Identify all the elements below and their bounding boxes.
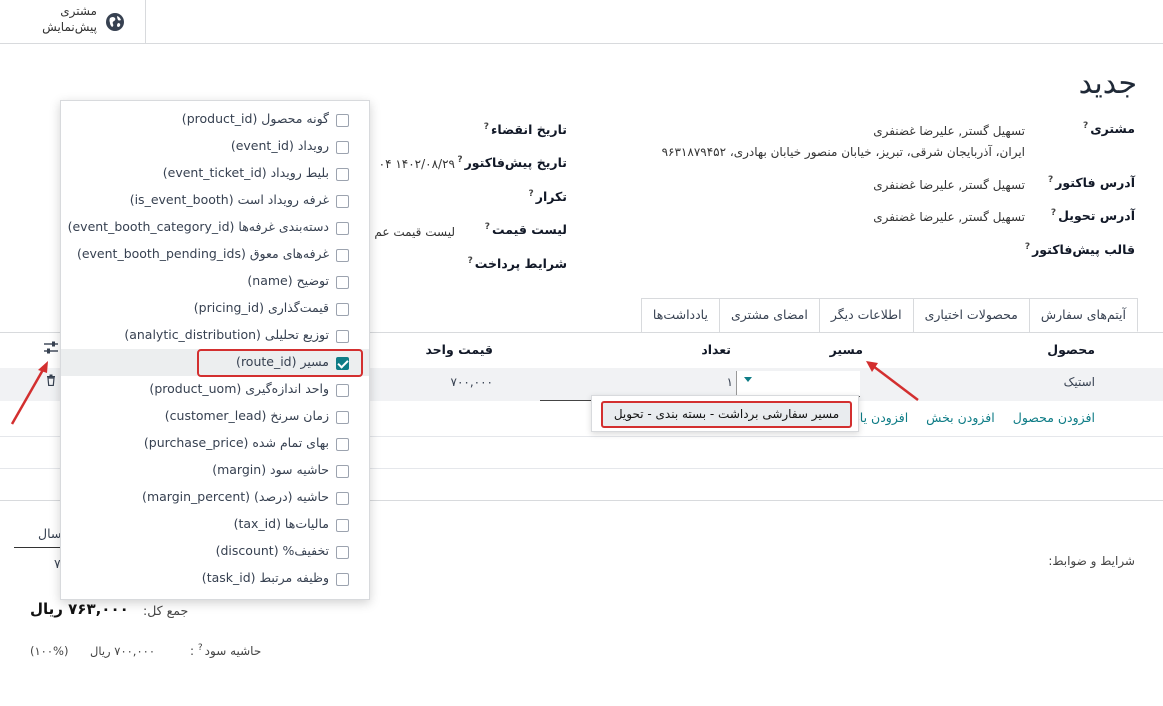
chevron-down-icon[interactable] — [744, 377, 752, 382]
totals-tab-underline — [14, 547, 66, 548]
customer-name[interactable]: تسهیل گستر, علیرضا غضنفری — [873, 124, 1025, 138]
invoice-address-label: آدرس فاکتور? — [1047, 175, 1135, 191]
help-icon: ? — [484, 222, 490, 232]
customer-preview-label-line1: مشتری — [60, 4, 97, 18]
optional-column-item[interactable]: وظیفه مرتبط (task_id) — [61, 565, 369, 592]
recurrence-label: تکرار? — [528, 189, 567, 205]
add-note-link[interactable]: افزودن یاد — [854, 410, 908, 425]
total-label: جمع کل: — [143, 603, 189, 618]
help-icon: ? — [528, 189, 534, 199]
checkbox[interactable] — [336, 573, 349, 586]
row-product[interactable]: استیک — [1064, 375, 1095, 389]
help-icon: ? — [483, 122, 489, 132]
optional-column-item[interactable]: واحد اندازه‌گیری (product_uom) — [61, 376, 369, 403]
trash-icon[interactable] — [46, 374, 56, 386]
checkbox[interactable] — [336, 195, 349, 208]
help-icon: ? — [467, 256, 473, 266]
checkbox[interactable] — [336, 222, 349, 235]
column-header-unit-price[interactable]: قیمت واحد — [425, 342, 493, 357]
pricelist-label: لیست قیمت? — [484, 222, 567, 238]
checkbox[interactable] — [336, 492, 349, 505]
optional-column-item[interactable]: تخفیف% (discount) — [61, 538, 369, 565]
optional-columns-toggle-icon[interactable] — [43, 341, 59, 355]
route-column-highlight — [197, 349, 363, 377]
invoice-address-value[interactable]: تسهیل گستر, علیرضا غضنفری — [873, 178, 1025, 192]
checkbox[interactable] — [336, 519, 349, 532]
page-title: جدید — [1078, 66, 1137, 101]
checkbox[interactable] — [336, 465, 349, 478]
route-input[interactable] — [736, 371, 860, 397]
checkbox[interactable] — [336, 438, 349, 451]
optional-column-item[interactable]: غرفه رویداد است (is_event_booth) — [61, 187, 369, 214]
help-icon: ? — [1047, 175, 1054, 185]
checkbox[interactable] — [336, 384, 349, 397]
tab-notes[interactable]: یادداشت‌ها — [640, 298, 720, 332]
optional-column-item[interactable]: زمان سرنخ (customer_lead) — [61, 403, 369, 430]
quote-date-label: تاریخ پیش‌فاکتور? — [457, 155, 567, 171]
customer-preview-button[interactable]: مشتری پیش‌نمایش — [0, 0, 146, 44]
column-header-product[interactable]: محصول — [1047, 342, 1095, 357]
checkbox[interactable] — [336, 168, 349, 181]
optional-column-item[interactable]: گونه محصول (product_id) — [61, 106, 369, 133]
route-dropdown: مسیر سفارشی برداشت - بسته بندی - تحویل — [591, 395, 859, 432]
margin-label: حاشیه سود? : — [190, 643, 262, 658]
optional-column-item[interactable]: بلیط رویداد (event_ticket_id) — [61, 160, 369, 187]
help-icon: ? — [1082, 121, 1089, 131]
row-unit-price[interactable]: ۷۰۰,۰۰۰ — [451, 375, 494, 389]
optional-column-item[interactable]: حاشیه (درصد) (margin_percent) — [61, 484, 369, 511]
top-control-bar: مشتری پیش‌نمایش — [0, 0, 1163, 44]
payment-terms-label: شرایط پرداخت? — [467, 256, 567, 272]
delivery-address-value[interactable]: تسهیل گستر, علیرضا غضنفری — [873, 210, 1025, 224]
margin-percent: (۱۰۰%) — [30, 644, 69, 658]
optional-column-item[interactable]: رویداد (event_id) — [61, 133, 369, 160]
tab-optional-products[interactable]: محصولات اختیاری — [912, 298, 1030, 332]
route-option[interactable]: مسیر سفارشی برداشت - بسته بندی - تحویل — [601, 401, 852, 428]
checkbox[interactable] — [336, 276, 349, 289]
row-quantity[interactable]: ۱ — [727, 375, 733, 389]
totals-tab-fragment[interactable]: سال — [38, 526, 61, 541]
checkbox[interactable] — [336, 330, 349, 343]
terms-and-conditions-label[interactable]: شرایط و ضوابط: — [1048, 554, 1135, 568]
optional-column-item[interactable]: مالیات‌ها (tax_id) — [61, 511, 369, 538]
tab-customer-signature[interactable]: امضای مشتری — [718, 298, 820, 332]
checkbox[interactable] — [336, 411, 349, 424]
customer-preview-label-line2: پیش‌نمایش — [42, 20, 97, 34]
help-icon: ? — [457, 155, 463, 165]
add-product-link[interactable]: افزودن محصول — [1013, 410, 1095, 425]
checkbox[interactable] — [336, 546, 349, 559]
notebook-tabs: آیتم‌های سفارش محصولات اختیاری اطلاعات د… — [634, 298, 1138, 332]
checkbox[interactable] — [336, 141, 349, 154]
globe-icon — [106, 13, 124, 31]
add-line-links: افزودن محصول افزودن بخش افزودن یاد — [840, 410, 1095, 425]
checkbox[interactable] — [336, 249, 349, 262]
total-value: ۷۶۳,۰۰۰ ریال — [30, 600, 129, 618]
expiration-label: تاریخ انقضاء? — [483, 122, 567, 138]
add-section-link[interactable]: افزودن بخش — [926, 410, 995, 425]
quote-template-label: قالب پیش‌فاکتور? — [1024, 242, 1135, 258]
tab-other-info[interactable]: اطلاعات دیگر — [818, 298, 914, 332]
optional-column-item[interactable]: توضیح (name) — [61, 268, 369, 295]
customer-label: مشتری? — [1082, 121, 1135, 137]
optional-column-item[interactable]: دسته‌بندی غرفه‌ها (event_booth_category_… — [61, 214, 369, 241]
column-header-quantity[interactable]: تعداد — [701, 342, 731, 357]
tab-order-lines[interactable]: آیتم‌های سفارش — [1028, 298, 1138, 332]
customer-address: ایران، آذربایجان شرقی، تبریز، خیابان منص… — [661, 145, 1025, 159]
help-icon: ? — [1050, 208, 1057, 218]
optional-column-item[interactable]: بهای تمام شده (purchase_price) — [61, 430, 369, 457]
help-icon: ? — [197, 643, 203, 653]
quote-date-value[interactable]: ۱۴۰۲/۰۸/۲۹ ۰۴ — [379, 157, 455, 171]
checkbox[interactable] — [336, 303, 349, 316]
optional-column-item[interactable]: حاشیه سود (margin) — [61, 457, 369, 484]
pricelist-value[interactable]: لیست قیمت عم — [374, 225, 455, 239]
delivery-address-label: آدرس تحویل? — [1050, 208, 1135, 224]
column-header-route[interactable]: مسیر — [830, 342, 863, 357]
optional-column-item[interactable]: غرفه‌های معوق (event_booth_pending_ids) — [61, 241, 369, 268]
optional-column-item[interactable]: توزیع تحلیلی (analytic_distribution) — [61, 322, 369, 349]
help-icon: ? — [1024, 242, 1031, 252]
margin-value: ۷۰۰,۰۰۰ ریال — [90, 644, 155, 658]
optional-column-item[interactable]: قیمت‌گذاری (pricing_id) — [61, 295, 369, 322]
checkbox[interactable] — [336, 114, 349, 127]
